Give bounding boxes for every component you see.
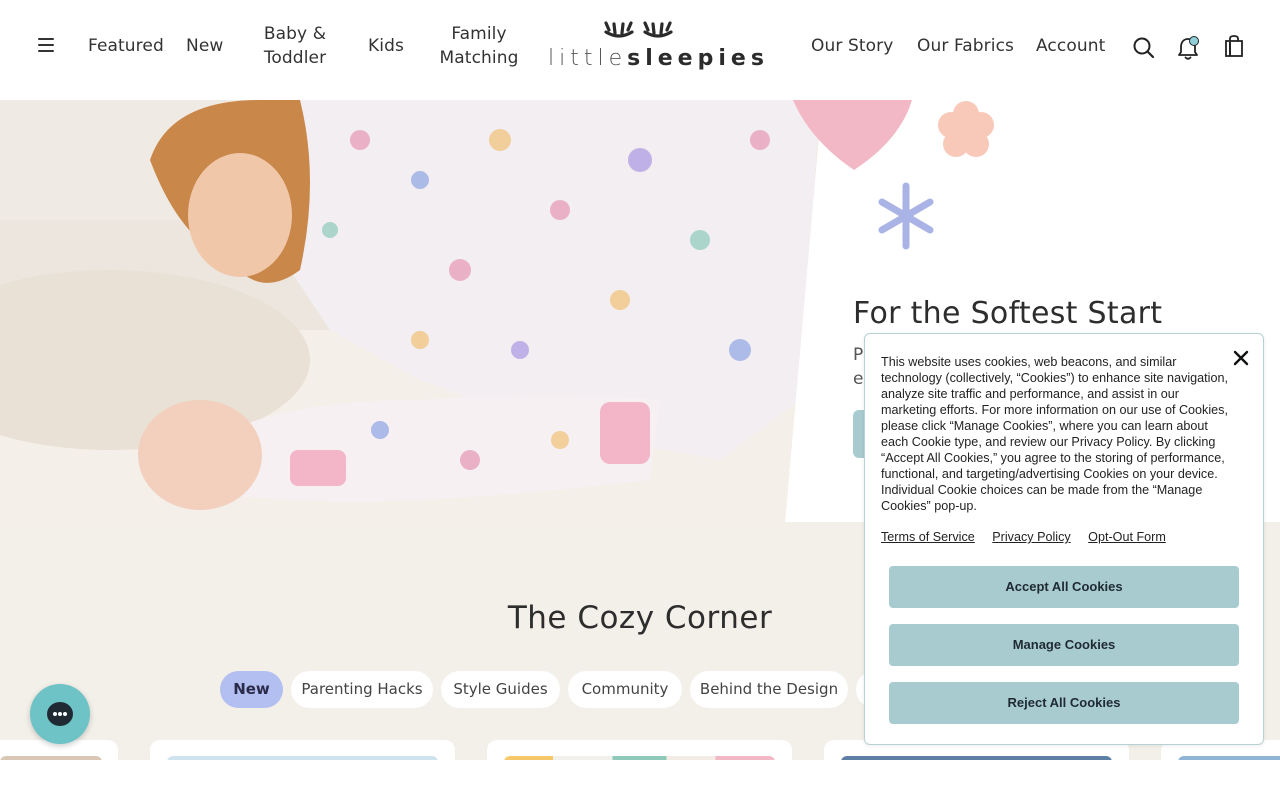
hero-title: For the Softest Start xyxy=(853,296,1163,331)
filter-chip-parenting-hacks[interactable]: Parenting Hacks xyxy=(291,671,433,708)
nav-baby-toddler[interactable]: Baby & Toddler xyxy=(262,22,328,70)
brand-logo[interactable]: littlesleepies xyxy=(548,18,764,74)
shopping-bag-icon[interactable] xyxy=(1224,34,1244,62)
menu-icon[interactable] xyxy=(37,37,57,53)
site-header: Featured New Baby & Toddler Kids Family … xyxy=(0,0,1280,100)
accept-all-cookies-button[interactable]: Accept All Cookies xyxy=(889,566,1239,608)
sleepy-eyes-logo-icon xyxy=(604,21,673,38)
cookie-description: This website uses cookies, web beacons, … xyxy=(881,355,1228,513)
logo-bold-text: sleepies xyxy=(627,46,769,71)
cookie-links: Terms of Service Privacy Policy Opt-Out … xyxy=(881,530,1180,544)
bell-icon[interactable] xyxy=(1176,34,1202,66)
manage-cookies-button[interactable]: Manage Cookies xyxy=(889,624,1239,666)
nav-account[interactable]: Account xyxy=(1036,34,1105,58)
heart-icon xyxy=(793,100,912,170)
reject-all-cookies-button[interactable]: Reject All Cookies xyxy=(889,682,1239,724)
nav-family-matching[interactable]: Family Matching xyxy=(438,22,520,70)
chat-bubble-icon xyxy=(47,702,73,726)
opt-out-form-link[interactable]: Opt-Out Form xyxy=(1088,530,1166,544)
nav-our-fabrics[interactable]: Our Fabrics xyxy=(917,34,1014,58)
filter-chip-behind-the-design[interactable]: Behind the Design xyxy=(690,671,848,708)
nav-family-matching-line1: Family xyxy=(451,24,507,44)
nav-family-matching-line2: Matching xyxy=(439,48,519,68)
terms-of-service-link[interactable]: Terms of Service xyxy=(881,530,975,544)
nav-new[interactable]: New xyxy=(186,34,223,58)
nav-baby-toddler-line1: Baby & xyxy=(263,24,327,44)
nav-our-story[interactable]: Our Story xyxy=(811,34,893,58)
nav-kids[interactable]: Kids xyxy=(368,34,404,58)
filter-chip-community[interactable]: Community xyxy=(568,671,682,708)
logo-light-text: little xyxy=(548,46,628,71)
page-bottom-strip xyxy=(0,760,1280,800)
search-icon[interactable] xyxy=(1132,36,1156,64)
privacy-policy-link[interactable]: Privacy Policy xyxy=(992,530,1070,544)
nav-featured[interactable]: Featured xyxy=(88,34,164,58)
filter-chip-style-guides[interactable]: Style Guides xyxy=(441,671,560,708)
star-icon xyxy=(878,182,934,250)
flower-icon xyxy=(938,101,994,157)
logo-wordmark: littlesleepies xyxy=(548,46,764,71)
notification-dot xyxy=(1189,36,1199,46)
hero-photo-mother-baby xyxy=(0,100,822,522)
nav-baby-toddler-line2: Toddler xyxy=(263,48,327,68)
filter-chip-new[interactable]: New xyxy=(220,671,283,708)
cookie-consent-panel: This website uses cookies, web beacons, … xyxy=(864,333,1264,745)
chat-launcher-button[interactable] xyxy=(30,684,90,744)
decorative-shapes xyxy=(793,100,994,250)
